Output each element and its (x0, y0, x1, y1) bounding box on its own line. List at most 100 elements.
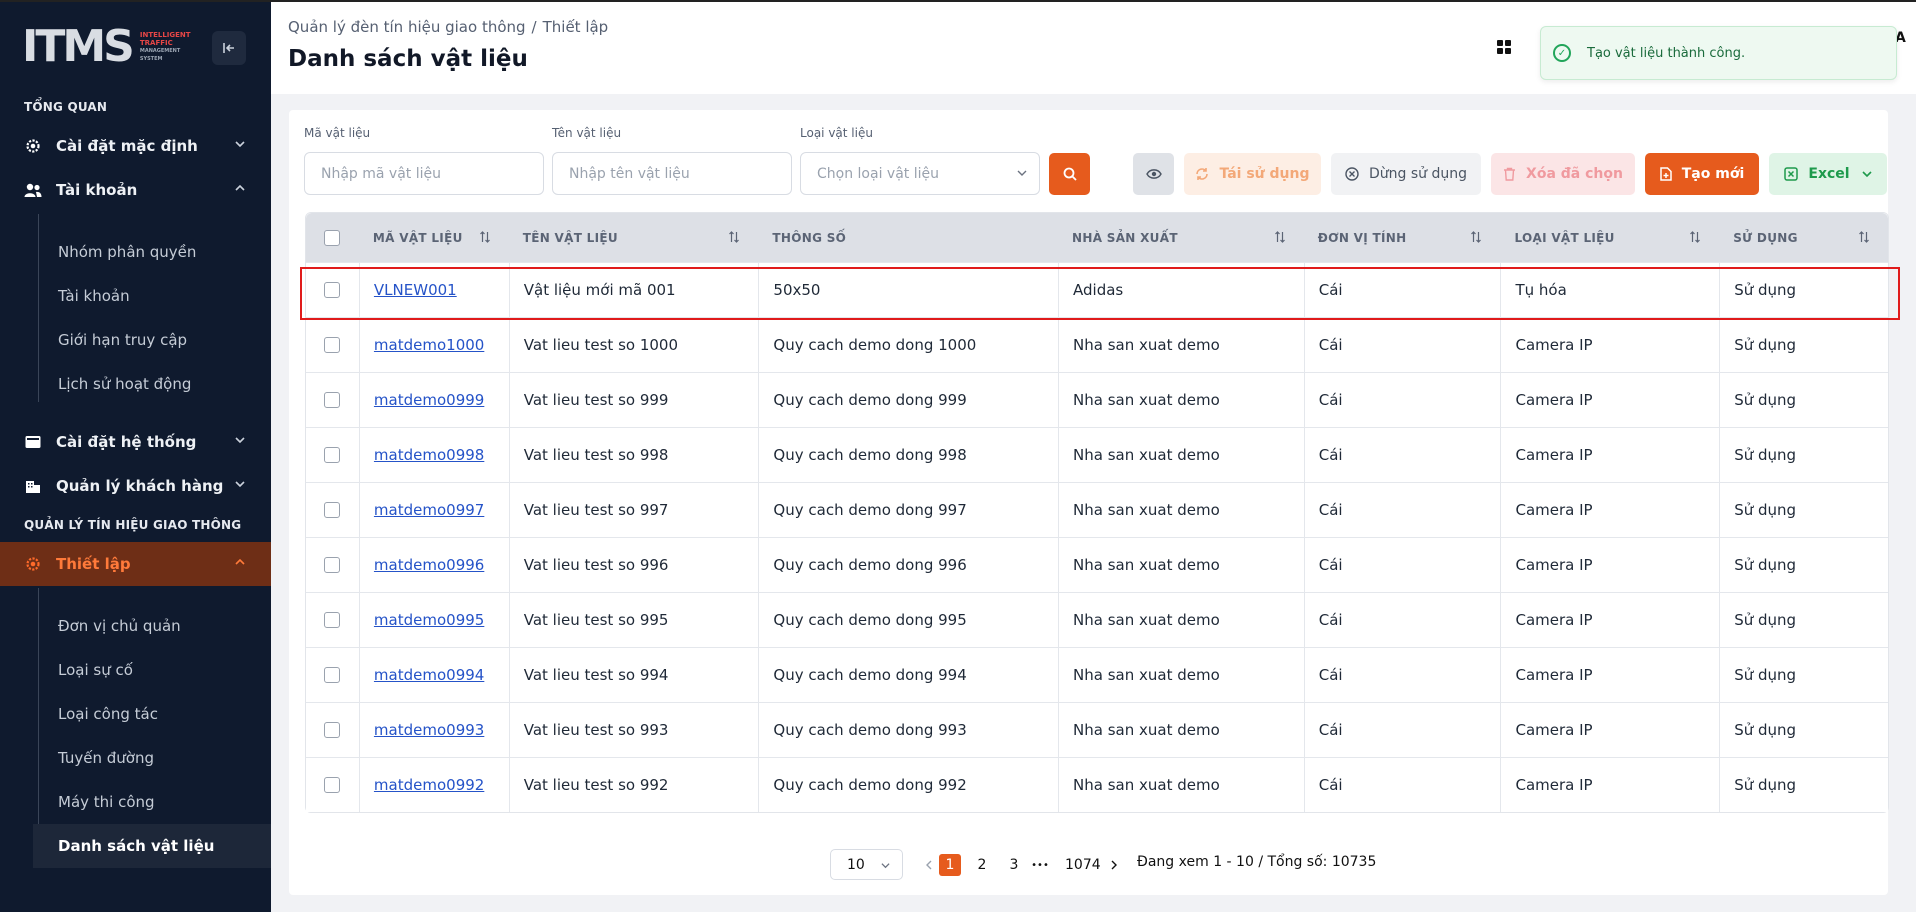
stop-using-button[interactable]: Dừng sử dụng (1331, 153, 1481, 195)
select-placeholder: Chọn loại vật liệu (817, 165, 939, 182)
sidebar-subitem-material-list[interactable]: Danh sách vật liệu (33, 824, 271, 868)
sidebar-item-account-group[interactable]: Tài khoản (0, 168, 271, 212)
page-button-1[interactable]: 1 (939, 854, 961, 876)
material-code-link[interactable]: matdemo0998 (374, 446, 484, 464)
row-checkbox[interactable] (324, 612, 341, 628)
sort-icon[interactable] (479, 231, 491, 243)
sidebar-subitem-routes[interactable]: Tuyến đường (58, 736, 154, 780)
row-checkbox[interactable] (324, 667, 341, 683)
file-plus-icon (1660, 167, 1672, 181)
row-select-cell (306, 758, 359, 812)
page-button-last[interactable]: 1074 (1065, 854, 1101, 876)
material-code-link[interactable]: matdemo0995 (374, 611, 484, 629)
table-row[interactable]: VLNEW001 Vật liệu mới mã 001 50x50 Adidas Cá… (306, 262, 1888, 317)
app-logo[interactable]: ITMS INTELLIGENT TRAFFIC MANAGEMENT SYST… (22, 24, 192, 70)
material-name-input[interactable]: Nhập tên vật liệu (552, 152, 792, 195)
next-page-button[interactable] (1103, 854, 1125, 876)
row-checkbox[interactable] (324, 557, 341, 573)
table-row[interactable]: matdemo0993 Vat lieu test so 993 Quy cach … (306, 702, 1888, 757)
search-button[interactable] (1049, 153, 1090, 195)
table-row[interactable]: matdemo1000 Vat lieu test so 1000 Quy cach… (306, 317, 1888, 372)
row-checkbox[interactable] (324, 777, 341, 793)
row-checkbox[interactable] (324, 337, 341, 353)
page-button-3[interactable]: 3 (1003, 854, 1025, 876)
material-code-link[interactable]: matdemo0993 (374, 721, 484, 739)
material-code-input[interactable]: Nhập mã vật liệu (304, 152, 544, 195)
excel-button[interactable]: Excel (1769, 153, 1887, 195)
cell-spec: Quy cach demo dong 1000 (758, 318, 1058, 372)
sidebar-subitem-incident-types[interactable]: Loại sự cố (58, 648, 133, 692)
page-ellipsis[interactable]: ••• (1029, 854, 1051, 876)
sidebar-item-default-settings[interactable]: Cài đặt mặc định (0, 124, 271, 168)
row-checkbox[interactable] (324, 392, 341, 408)
table-row[interactable]: matdemo0994 Vat lieu test so 994 Quy cach … (306, 647, 1888, 702)
cell-code: matdemo1000 (358, 318, 509, 372)
check-circle-icon: ✓ (1553, 44, 1571, 62)
row-checkbox[interactable] (324, 282, 341, 298)
breadcrumb-item[interactable]: Quản lý đèn tín hiệu giao thông (288, 18, 526, 36)
material-code-link[interactable]: matdemo0992 (374, 776, 484, 794)
material-code-link[interactable]: matdemo0994 (374, 666, 484, 684)
sidebar-subitem-work-types[interactable]: Loại công tác (58, 692, 158, 736)
column-header-usage[interactable]: SỬ DỤNG (1719, 213, 1888, 262)
row-checkbox[interactable] (324, 502, 341, 518)
page-button-2[interactable]: 2 (971, 854, 993, 876)
button-label: Tái sử dụng (1219, 166, 1310, 182)
sidebar-item-system-settings[interactable]: Cài đặt hệ thống (0, 420, 271, 464)
sidebar-subitem-accounts[interactable]: Tài khoản (58, 274, 130, 318)
sort-icon[interactable] (1470, 231, 1482, 243)
logo-subtitle: INTELLIGENT TRAFFIC MANAGEMENT SYSTEM (140, 31, 191, 63)
sort-icon[interactable] (1689, 231, 1701, 243)
material-code-link[interactable]: matdemo1000 (374, 336, 484, 354)
sort-icon[interactable] (1858, 231, 1870, 243)
sidebar-subitem-permission-groups[interactable]: Nhóm phân quyền (58, 230, 196, 274)
table-row[interactable]: matdemo0992 Vat lieu test so 992 Quy cach … (306, 757, 1888, 812)
table-row[interactable]: matdemo0997 Vat lieu test so 997 Quy cach … (306, 482, 1888, 537)
row-checkbox[interactable] (324, 447, 341, 463)
breadcrumb-item[interactable]: Thiết lập (543, 18, 609, 36)
column-header-label: NHÀ SẢN XUẤT (1072, 230, 1178, 245)
row-checkbox[interactable] (324, 722, 341, 738)
sidebar-item-label: Tài khoản (56, 181, 138, 199)
sidebar-subitem-managing-units[interactable]: Đơn vị chủ quản (58, 604, 181, 648)
column-header-code[interactable]: MÃ VẬT LIỆU (359, 213, 509, 262)
sort-icon[interactable] (1274, 231, 1286, 243)
table-row[interactable]: matdemo0999 Vat lieu test so 999 Quy cach … (306, 372, 1888, 427)
sidebar-item-customer-management[interactable]: Quản lý khách hàng (0, 464, 271, 508)
delete-selected-button[interactable]: Xóa đã chọn (1491, 153, 1635, 195)
column-header-unit[interactable]: ĐƠN VỊ TÍNH (1304, 213, 1501, 262)
column-header-type[interactable]: LOẠI VẬT LIỆU (1500, 213, 1719, 262)
sidebar-subitem-access-limits[interactable]: Giới hạn truy cập (58, 318, 187, 362)
cell-spec: Quy cach demo dong 999 (758, 373, 1058, 427)
cell-unit-text: Cái (1318, 611, 1343, 629)
row-select-cell (306, 703, 359, 757)
toggle-columns-button[interactable] (1133, 153, 1174, 195)
material-code-link[interactable]: matdemo0996 (374, 556, 484, 574)
table-row[interactable]: matdemo0998 Vat lieu test so 998 Quy cach … (306, 427, 1888, 482)
cell-name: Vat lieu test so 998 (508, 428, 759, 482)
material-code-link[interactable]: matdemo0997 (374, 501, 484, 519)
column-header-label: MÃ VẬT LIỆU (372, 230, 463, 245)
column-header-manufacturer[interactable]: NHÀ SẢN XUẤT (1058, 213, 1304, 262)
logo-sub-line: TRAFFIC (139, 39, 173, 47)
collapse-sidebar-button[interactable] (212, 31, 246, 65)
cell-name-text: Vat lieu test so 998 (523, 446, 669, 464)
apps-grid-icon[interactable] (1496, 39, 1512, 55)
create-new-button[interactable]: Tạo mới (1645, 153, 1759, 195)
sort-icon[interactable] (728, 231, 740, 243)
material-type-select[interactable]: Chọn loại vật liệu (800, 152, 1040, 195)
table-row[interactable]: matdemo0995 Vat lieu test so 995 Quy cach … (306, 592, 1888, 647)
column-header-name[interactable]: TÊN VẬT LIỆU (509, 213, 759, 262)
main-card: Mã vật liệu Nhập mã vật liệu Tên vật liệ… (289, 110, 1900, 895)
chevron-down-icon (235, 437, 245, 444)
sidebar-item-setup-group[interactable]: Thiết lập (0, 542, 271, 586)
prev-page-button[interactable] (918, 854, 940, 876)
page-size-select[interactable]: 10 (830, 849, 903, 880)
table-row[interactable]: matdemo0996 Vat lieu test so 996 Quy cach … (306, 537, 1888, 592)
select-all-checkbox[interactable] (324, 229, 341, 246)
material-code-link[interactable]: VLNEW001 (374, 281, 457, 299)
material-code-link[interactable]: matdemo0999 (374, 391, 484, 409)
reuse-button[interactable]: Tái sử dụng (1184, 153, 1321, 195)
sidebar-subitem-machines[interactable]: Máy thi công (58, 780, 155, 824)
sidebar-subitem-activity-history[interactable]: Lịch sử hoạt động (58, 362, 191, 406)
